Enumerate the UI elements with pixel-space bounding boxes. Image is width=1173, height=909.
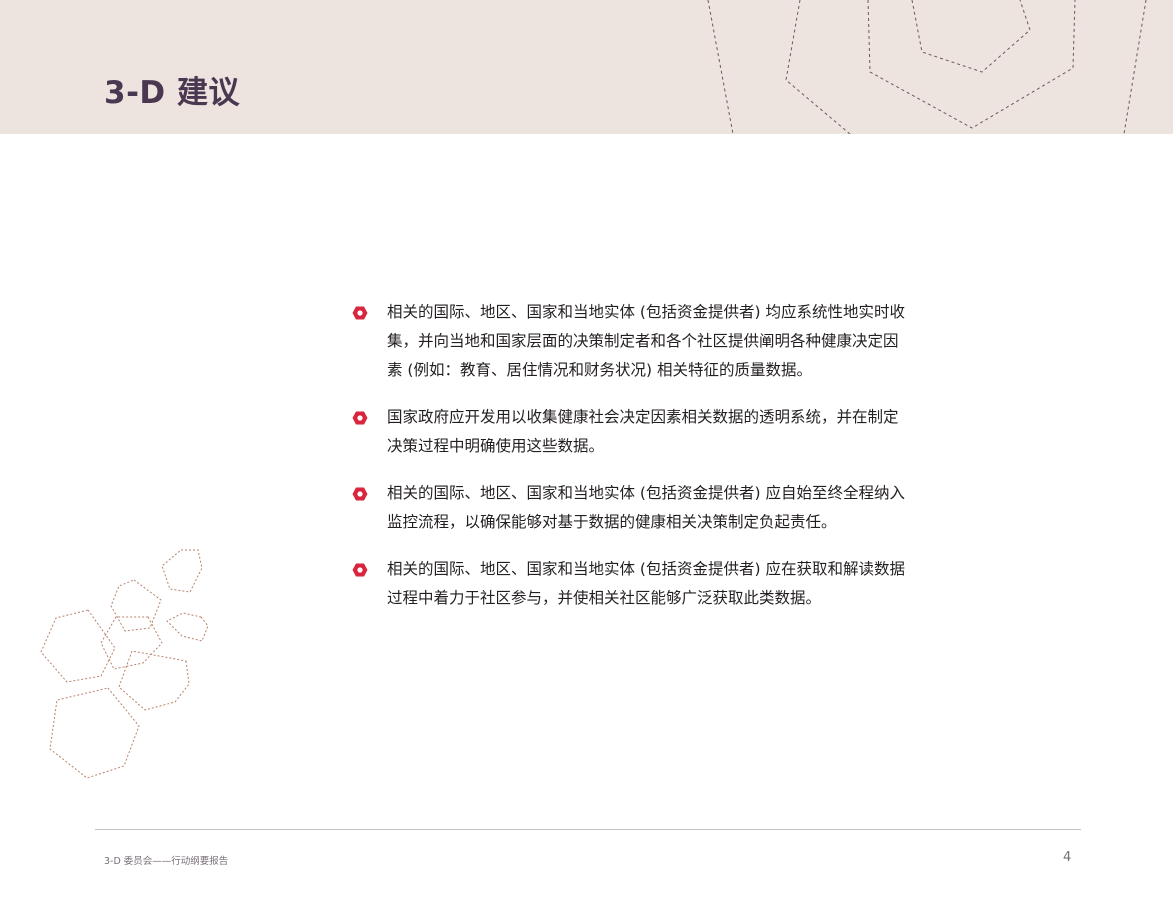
hexagon-cluster-decoration [40, 549, 209, 779]
recommendation-text: 相关的国际、地区、国家和当地实体 (包括资金提供者) 应自始至终全程纳入监控流程… [387, 484, 905, 531]
page-number: 4 [1063, 850, 1072, 865]
recommendation-item: 国家政府应开发用以收集健康社会决定因素相关数据的透明系统，并在制定决策过程中明确… [350, 403, 910, 461]
recommendation-text: 国家政府应开发用以收集健康社会决定因素相关数据的透明系统，并在制定决策过程中明确… [387, 408, 899, 455]
page-title: 3-D 建议 [104, 75, 240, 111]
red-hexagon-ring-icon [352, 306, 368, 320]
red-hexagon-ring-icon [352, 487, 368, 501]
footer-divider [95, 829, 1081, 830]
header-band: 3-D 建议 [0, 0, 1173, 134]
recommendation-item: 相关的国际、地区、国家和当地实体 (包括资金提供者) 应在获取和解读数据过程中着… [350, 555, 910, 613]
recommendation-item: 相关的国际、地区、国家和当地实体 (包括资金提供者) 均应系统性地实时收集，并向… [350, 298, 910, 385]
red-hexagon-ring-icon [352, 563, 368, 577]
red-hexagon-ring-icon [352, 411, 368, 425]
recommendation-text: 相关的国际、地区、国家和当地实体 (包括资金提供者) 均应系统性地实时收集，并向… [387, 303, 905, 379]
recommendation-list: 相关的国际、地区、国家和当地实体 (包括资金提供者) 均应系统性地实时收集，并向… [350, 298, 910, 631]
recommendation-text: 相关的国际、地区、国家和当地实体 (包括资金提供者) 应在获取和解读数据过程中着… [387, 560, 905, 607]
footer-label: 3-D 委员会——行动纲要报告 [104, 856, 229, 867]
header-hexagon-decoration [707, 0, 1147, 134]
recommendation-item: 相关的国际、地区、国家和当地实体 (包括资金提供者) 应自始至终全程纳入监控流程… [350, 479, 910, 537]
